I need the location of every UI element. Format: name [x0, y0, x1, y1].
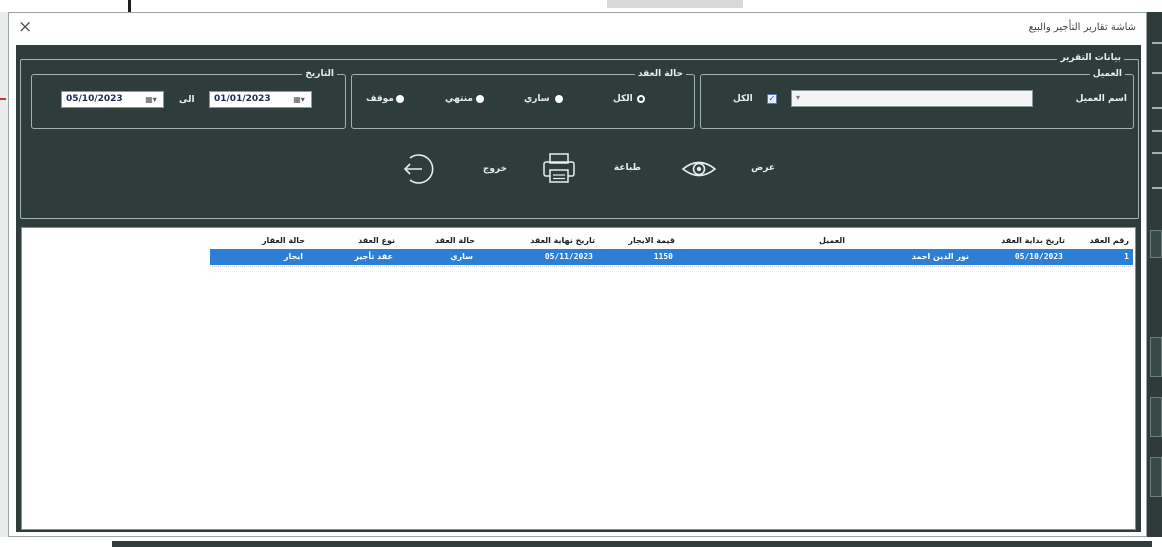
cell-contract-no: 1	[1124, 252, 1129, 261]
date-legend: التاريخ	[302, 69, 337, 80]
cell-client: نور الدين احمد	[911, 252, 969, 261]
date-from-picker[interactable]: 01/01/2023 ▦▾	[209, 91, 312, 108]
client-all-checkbox[interactable]: ✓	[767, 94, 777, 104]
title-bar: × شاشة تقارير التأجير والبيع	[9, 13, 1146, 43]
exit-button[interactable]: خروج	[399, 150, 507, 190]
status-all-label: الكل	[613, 94, 633, 104]
cell-property-status: ايجار	[283, 252, 303, 261]
calendar-icon[interactable]: ▦▾	[142, 94, 160, 105]
status-suspended-label: موقف	[366, 94, 394, 104]
cell-start-date: 05/10/2023	[1014, 252, 1063, 261]
date-from-value: 01/01/2023	[214, 94, 271, 104]
exit-label: خروج	[482, 164, 507, 174]
background-marker	[128, 0, 131, 12]
background-right-panel	[1147, 12, 1162, 547]
background-tab	[607, 0, 743, 8]
cell-contract-status: ساري	[450, 252, 473, 261]
background-bottom-bar	[0, 537, 1162, 547]
column-header-start-date[interactable]: تاريخ بداية العقد	[1001, 236, 1065, 245]
report-data-group: بيانات التقرير العميل اسم العميل ▾ ✓ الك…	[20, 53, 1139, 219]
contract-status-legend: حالة العقد	[634, 69, 686, 80]
calendar-icon[interactable]: ▦▾	[290, 94, 308, 105]
close-icon[interactable]: ×	[18, 17, 32, 37]
print-button[interactable]: طباعة	[541, 148, 641, 188]
status-suspended-radio[interactable]	[396, 95, 404, 103]
cell-rent-value: 1150	[653, 252, 673, 261]
eye-icon	[681, 161, 717, 177]
contract-status-group: حالة العقد الكل ساري منتهي موقف	[351, 69, 695, 129]
column-header-contract-status[interactable]: حالة العقد	[435, 236, 475, 245]
contracts-grid[interactable]: رقم العقد تاريخ بداية العقد العميل قيمة …	[21, 227, 1136, 530]
report-dialog: × شاشة تقارير التأجير والبيع بيانات التق…	[8, 12, 1147, 537]
cell-end-date: 05/11/2023	[544, 252, 593, 261]
column-header-contract-type[interactable]: نوع العقد	[358, 236, 395, 245]
column-header-contract-no[interactable]: رقم العقد	[1089, 236, 1129, 245]
column-header-client[interactable]: العميل	[819, 236, 845, 245]
view-button[interactable]: عرض	[679, 150, 775, 190]
date-to-value: 05/10/2023	[66, 94, 123, 104]
column-header-end-date[interactable]: تاريخ نهاية العقد	[530, 236, 595, 245]
date-to-label: الى	[179, 95, 195, 105]
grid-row-separator	[210, 266, 1133, 268]
dialog-body: بيانات التقرير العميل اسم العميل ▾ ✓ الك…	[16, 45, 1141, 532]
status-expired-radio[interactable]	[476, 95, 484, 103]
client-all-label: الكل	[733, 94, 753, 104]
view-label: عرض	[751, 163, 775, 173]
cell-contract-type: عقد تأجير	[354, 252, 393, 261]
printer-icon	[543, 153, 575, 183]
exit-icon	[403, 154, 434, 184]
screen: × شاشة تقارير التأجير والبيع بيانات التق…	[0, 0, 1162, 547]
column-header-rent-value[interactable]: قيمة الايجار	[628, 236, 675, 245]
print-label: طباعة	[613, 163, 641, 173]
client-legend: العميل	[1089, 69, 1125, 80]
column-header-property-status[interactable]: حالة العقار	[262, 236, 305, 245]
window-title: شاشة تقارير التأجير والبيع	[1028, 22, 1136, 33]
report-data-legend: بيانات التقرير	[1057, 53, 1124, 64]
date-to-picker[interactable]: 05/10/2023 ▦▾	[61, 91, 164, 108]
client-name-input[interactable]: ▾	[791, 90, 1033, 107]
table-row[interactable]: 1 05/10/2023 نور الدين احمد 1150 05/11/2…	[210, 249, 1133, 265]
background-left-accent	[0, 98, 6, 100]
status-expired-label: منتهي	[445, 94, 473, 104]
date-group: التاريخ 01/01/2023 ▦▾ الى 05/10/2023 ▦▾	[31, 69, 346, 129]
client-group: العميل اسم العميل ▾ ✓ الكل	[700, 69, 1134, 129]
status-active-label: ساري	[524, 94, 550, 104]
status-active-radio[interactable]	[555, 95, 563, 103]
client-name-label: اسم العميل	[1075, 94, 1127, 104]
background-window-strip	[0, 0, 1162, 12]
status-all-radio[interactable]	[637, 95, 645, 103]
client-dropdown-caret[interactable]: ▾	[796, 93, 800, 102]
